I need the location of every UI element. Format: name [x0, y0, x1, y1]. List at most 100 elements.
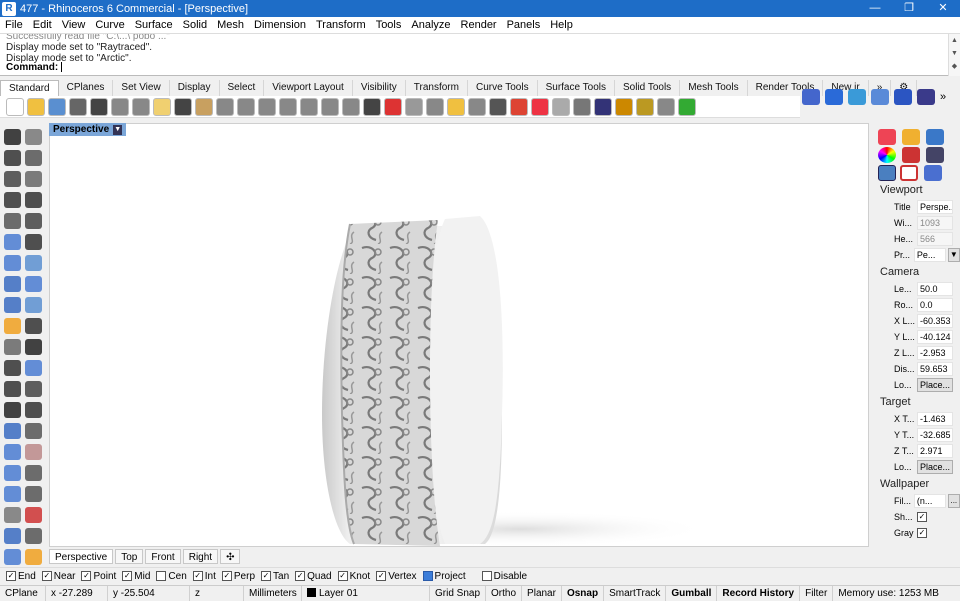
menu-solid[interactable]: Solid	[178, 17, 212, 34]
zoom-window-icon[interactable]	[237, 97, 255, 116]
left-tool-rectangle-icon[interactable]	[25, 192, 42, 208]
left-tool-text-icon[interactable]	[4, 381, 21, 397]
osnap-checkbox[interactable]: ✓	[192, 571, 203, 581]
property-value-field[interactable]: -32.685	[917, 428, 953, 442]
view-tab-front[interactable]: Front	[145, 549, 181, 564]
left-tool-render-icon[interactable]	[4, 444, 21, 460]
property-value-field[interactable]: Perspe...	[917, 200, 953, 214]
left-tool-mirror-icon[interactable]	[25, 402, 42, 418]
menu-file[interactable]: File	[0, 17, 28, 34]
zoom-selected-icon[interactable]	[300, 97, 318, 116]
osnap-checkbox[interactable]: ✓	[221, 571, 232, 581]
tab-surface-tools[interactable]: Surface Tools	[538, 80, 615, 96]
tab-select[interactable]: Select	[220, 80, 265, 96]
render-tool-2-icon[interactable]	[825, 89, 843, 105]
property-value-field[interactable]: Pe...	[913, 248, 946, 262]
render-tool-6-icon[interactable]	[917, 89, 935, 105]
osnap-end[interactable]: ✓ End	[6, 571, 36, 582]
property-value-field[interactable]: 566	[917, 232, 953, 246]
render-tool-5-icon[interactable]	[894, 89, 912, 105]
help-icon[interactable]	[678, 97, 696, 116]
layer-label[interactable]: Layer 01	[302, 585, 430, 601]
view-tab-top[interactable]: Top	[115, 549, 144, 564]
cut-select-icon[interactable]	[90, 97, 108, 116]
open-file-icon[interactable]	[27, 97, 45, 116]
left-tool-point-icon[interactable]	[25, 129, 42, 145]
left-tool-sphere-icon[interactable]	[25, 276, 42, 292]
light-bulb-icon[interactable]	[447, 97, 465, 116]
tab-cplanes[interactable]: CPlanes	[59, 80, 114, 96]
left-tool-boolean-icon[interactable]	[25, 318, 42, 334]
property-checkbox[interactable]: ✓	[917, 528, 927, 538]
place-button[interactable]: Place...	[917, 378, 953, 392]
property-value-field[interactable]: -40.124	[917, 330, 953, 344]
osnap-int[interactable]: ✓ Int	[192, 571, 216, 582]
osnap-checkbox[interactable]	[156, 571, 167, 581]
command-scrollbar[interactable]: ▲ ▼ ◆	[948, 34, 960, 76]
osnap-checkbox[interactable]: ✓	[41, 571, 52, 581]
left-tool-block-icon[interactable]	[25, 465, 42, 481]
point-tool-icon[interactable]	[426, 97, 444, 116]
ortho-toggle[interactable]: Ortho	[486, 585, 523, 601]
minimize-button[interactable]: —	[858, 0, 892, 17]
tab-standard[interactable]: Standard	[0, 80, 59, 96]
menu-analyze[interactable]: Analyze	[406, 17, 455, 34]
osnap-near[interactable]: ✓ Near	[41, 571, 75, 582]
textures-tab-icon[interactable]	[902, 147, 920, 163]
browse-button[interactable]: ...	[947, 494, 960, 508]
property-value-field[interactable]: 0.0	[917, 298, 953, 312]
osnap-vertex[interactable]: ✓ Vertex	[376, 571, 417, 582]
grid-icon[interactable]	[363, 97, 381, 116]
osnap-checkbox[interactable]: ✓	[122, 571, 133, 581]
render-color-icon[interactable]	[489, 97, 507, 116]
tab-set-view[interactable]: Set View	[113, 80, 170, 96]
left-tool-arc-icon[interactable]	[25, 171, 42, 187]
osnap-checkbox[interactable]: ✓	[295, 571, 306, 581]
tab-mesh-tools[interactable]: Mesh Tools	[680, 80, 748, 96]
command-line[interactable]: Command:	[6, 62, 63, 73]
property-value-field[interactable]: 59.653	[917, 362, 953, 376]
planar-toggle[interactable]: Planar	[522, 585, 562, 601]
left-tool-select-arrow-icon[interactable]	[4, 129, 21, 145]
left-tool-extrude-icon[interactable]	[25, 297, 42, 313]
globe-icon[interactable]	[657, 97, 675, 116]
osnap-tan[interactable]: ✓ Tan	[261, 571, 289, 582]
paste-icon[interactable]	[153, 97, 171, 116]
shade-sphere-icon[interactable]	[552, 97, 570, 116]
tab-visibility[interactable]: Visibility	[353, 80, 406, 96]
left-tool-gumball-icon[interactable]	[25, 339, 42, 355]
osnap-checkbox[interactable]: ✓	[261, 571, 272, 581]
render-tool-3-icon[interactable]	[848, 89, 866, 105]
property-value-field[interactable]: -2.953	[917, 346, 953, 360]
left-tool-sweep-icon[interactable]	[4, 528, 21, 544]
osnap-checkbox[interactable]: ✓	[6, 571, 16, 581]
add-view-tab-icon[interactable]: ✣	[220, 549, 241, 564]
osnap-perp[interactable]: ✓ Perp	[221, 571, 255, 582]
osnap-quad[interactable]: ✓ Quad	[295, 571, 332, 582]
menu-mesh[interactable]: Mesh	[212, 17, 249, 34]
menu-panels[interactable]: Panels	[502, 17, 546, 34]
osnap-cen[interactable]: Cen	[156, 571, 187, 582]
lock-icon[interactable]	[468, 97, 486, 116]
menu-edit[interactable]: Edit	[28, 17, 57, 34]
left-tool-cylinder-icon[interactable]	[4, 297, 21, 313]
osnap-checkbox[interactable]	[481, 571, 492, 581]
properties-tab-icon[interactable]	[878, 129, 896, 145]
grid-snap-toggle[interactable]: Grid Snap	[430, 585, 487, 601]
pan-icon[interactable]	[195, 97, 213, 116]
zoom-in-icon[interactable]	[258, 97, 276, 116]
circle-tool-icon[interactable]	[405, 97, 423, 116]
zoom-extents-icon[interactable]	[279, 97, 297, 116]
tab-curve-tools[interactable]: Curve Tools	[468, 80, 538, 96]
menu-dimension[interactable]: Dimension	[249, 17, 311, 34]
left-tool-ellipse-icon[interactable]	[4, 192, 21, 208]
property-checkbox[interactable]: ✓	[917, 512, 927, 522]
left-tool-circle-icon[interactable]	[4, 171, 21, 187]
osnap-project[interactable]: Project	[422, 571, 466, 582]
close-button[interactable]: ✕	[926, 0, 960, 17]
left-tool-surface-icon[interactable]	[4, 255, 21, 271]
copy-icon[interactable]	[132, 97, 150, 116]
left-tool-history-icon[interactable]	[25, 528, 42, 544]
cut-icon[interactable]	[111, 97, 129, 116]
settings-gear-icon[interactable]	[615, 97, 633, 116]
